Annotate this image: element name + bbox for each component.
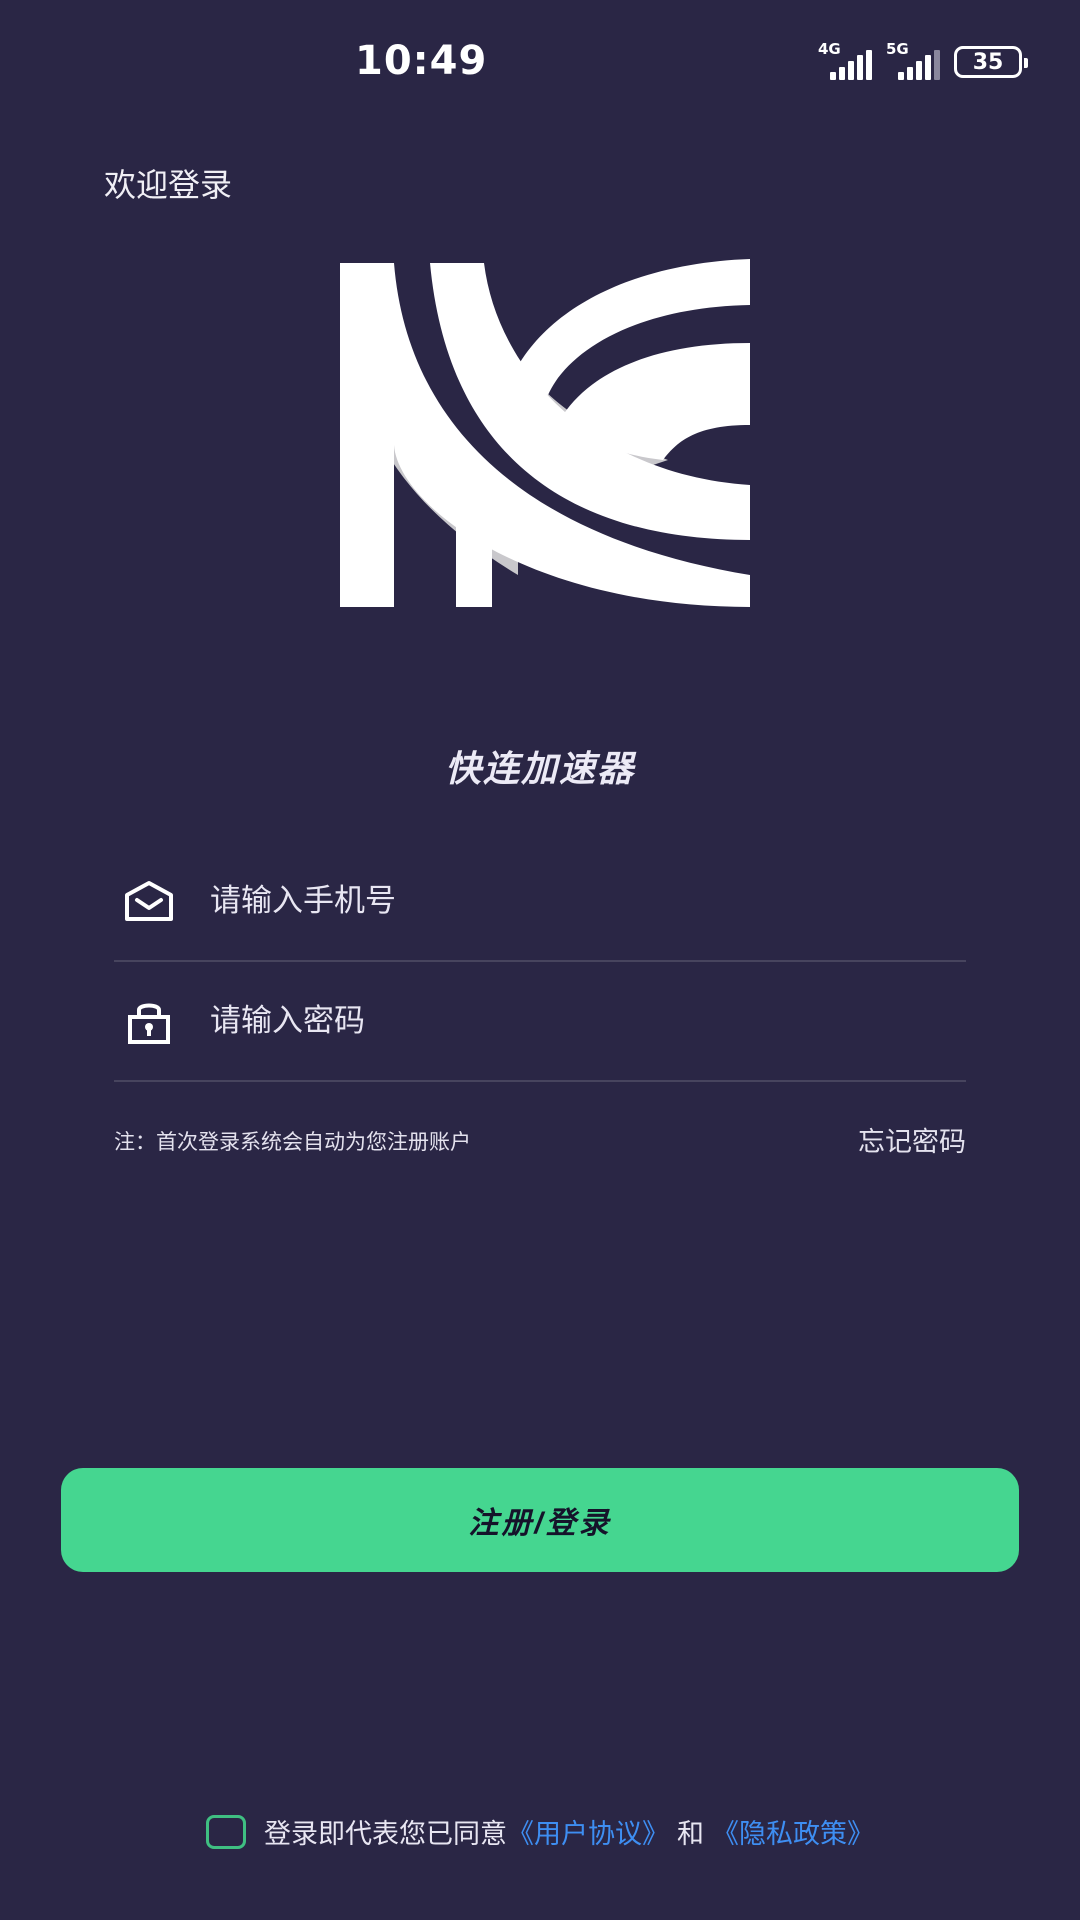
status-bar-icons: 4G 5G 35 — [818, 40, 1028, 80]
phone-input[interactable] — [210, 883, 966, 919]
login-screen: 10:49 4G 5G 35 欢迎登录 快连加速器 请输入手机号 注：首次登录系… — [0, 0, 1080, 1920]
user-agreement-link[interactable]: 《用户协议》 — [507, 1812, 669, 1851]
welcome-title: 欢迎登录 — [104, 166, 233, 204]
phone-field[interactable] — [114, 842, 966, 962]
register-login-button[interactable]: 注册/登录 — [61, 1468, 1019, 1572]
password-input[interactable] — [210, 1003, 966, 1039]
register-note: 注：首次登录系统会自动为您注册账户 — [114, 1130, 471, 1154]
signal-5g-icon: 5G — [886, 40, 940, 80]
app-name: 快连加速器 — [444, 749, 635, 790]
kuailian-logo-icon — [340, 259, 750, 607]
agreement-row: 登录即代表您已同意 《用户协议》 和 《隐私政策》 — [0, 1812, 1080, 1851]
mail-icon — [122, 874, 176, 928]
password-field[interactable] — [114, 962, 966, 1082]
battery-icon: 35 — [954, 46, 1028, 78]
agreement-and: 和 — [677, 1819, 704, 1850]
forgot-password-link[interactable]: 忘记密码 — [858, 1120, 966, 1159]
status-time: 10:49 — [355, 38, 488, 84]
lock-icon — [122, 994, 176, 1048]
privacy-policy-link[interactable]: 《隐私政策》 — [712, 1812, 874, 1851]
agreement-text: 登录即代表您已同意 — [264, 1819, 507, 1850]
signal-4g-icon: 4G — [818, 40, 872, 80]
agreement-checkbox[interactable] — [206, 1814, 246, 1849]
